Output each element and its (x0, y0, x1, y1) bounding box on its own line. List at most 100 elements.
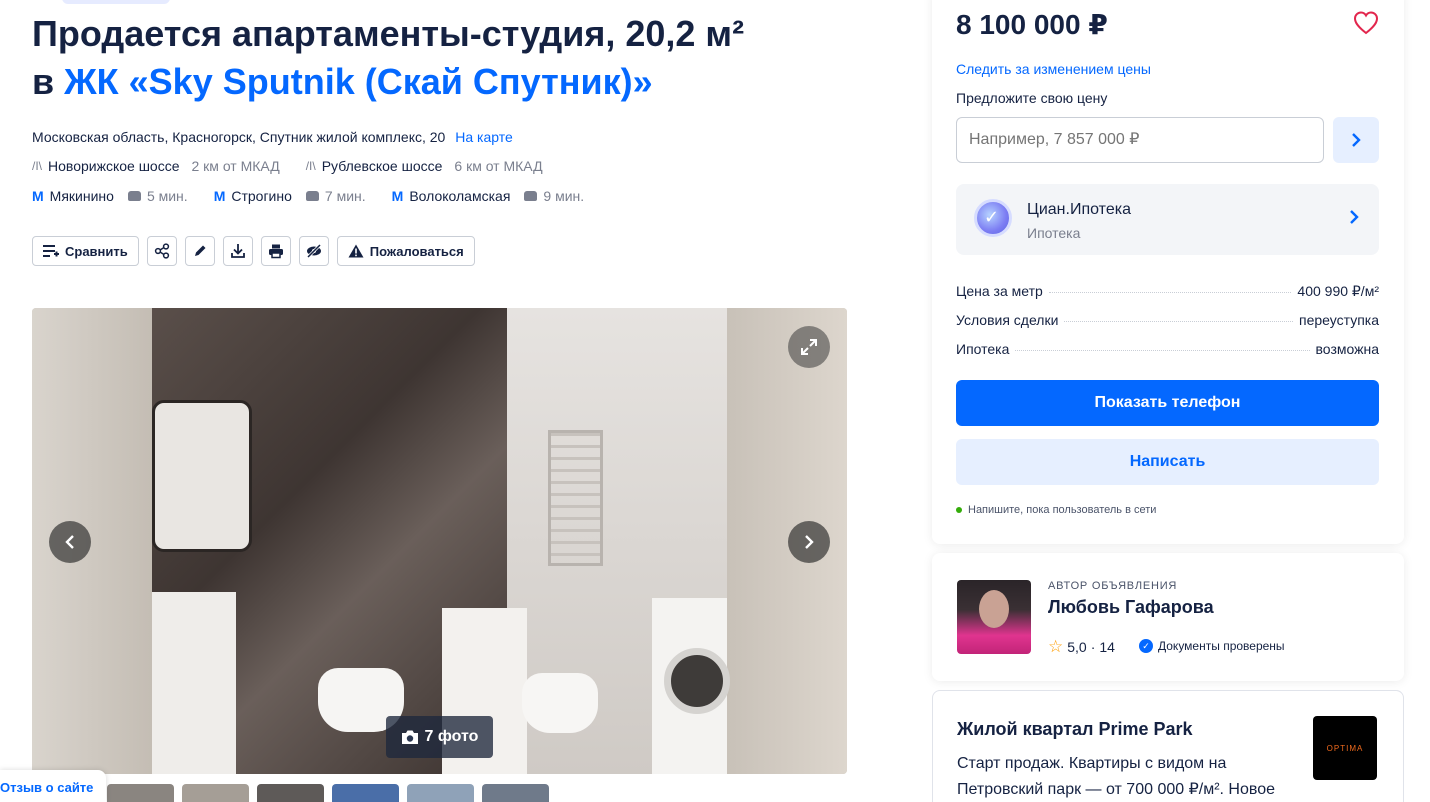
ad-title[interactable]: Жилой квартал Prime Park (957, 719, 1193, 740)
author-rating[interactable]: ☆ 5,0 · 14 (1048, 637, 1115, 657)
mortgage-logo-icon: ✓ (974, 199, 1012, 237)
fact-key: Ипотека (956, 341, 1010, 357)
gallery-prev-button[interactable] (49, 521, 91, 563)
pencil-icon (194, 245, 206, 256)
mortgage-title: Циан.Ипотека (1027, 201, 1131, 218)
gallery-photo-cabinet (152, 592, 236, 774)
car-icon (127, 191, 141, 201)
photo-count-label: 7 фото (424, 728, 479, 745)
thumbnail[interactable] (182, 784, 249, 802)
printer-icon (268, 244, 283, 259)
offer-submit-button[interactable] (1333, 117, 1379, 163)
expand-icon[interactable] (788, 326, 830, 368)
compare-icon (43, 245, 59, 257)
share-button[interactable] (146, 236, 177, 266)
road-distance: 6 км от МКАД (454, 158, 543, 174)
thumbnail[interactable] (332, 784, 399, 802)
chevron-right-icon (1352, 133, 1361, 147)
verified-badge-icon: ✓ (1139, 639, 1153, 653)
title-line1: Продается апартаменты-студия, 20,2 м² (32, 13, 745, 54)
fact-value: переуступка (1299, 312, 1379, 328)
page-title: Продается апартаменты-студия, 20,2 м² в … (32, 10, 892, 106)
gallery-next-button[interactable] (788, 521, 830, 563)
compare-button[interactable]: Сравнить (32, 236, 139, 266)
star-icon: ☆ (1048, 637, 1064, 656)
ad-logo-text: OPTIMA (1326, 743, 1364, 753)
write-button[interactable]: Написать (956, 439, 1379, 485)
gallery-photo-mirror (152, 400, 252, 552)
title-prefix: в (32, 61, 65, 102)
road-name: Рублевское шоссе (321, 158, 443, 174)
metro-item[interactable]: M Мякинино 5 мин. (32, 188, 188, 204)
author-caption: Автор объявления (1048, 580, 1178, 592)
price-watch-link[interactable]: Следить за изменением цены (956, 61, 1151, 77)
print-button[interactable] (260, 236, 291, 266)
map-link[interactable]: На карте (455, 129, 513, 145)
ad-logo[interactable]: OPTIMA (1313, 716, 1377, 780)
metro-icon: M (391, 188, 404, 204)
hide-button[interactable] (298, 236, 329, 266)
hide-eye-icon (306, 243, 321, 259)
favorite-heart-icon[interactable] (1352, 9, 1380, 37)
chevron-right-icon (805, 535, 814, 549)
fact-row: Ипотека возможна (956, 341, 1379, 370)
complex-link[interactable]: ЖК «Sky Sputnik (Скай Спутник)» (64, 61, 652, 102)
road-name: Новорижское шоссе (48, 158, 180, 174)
fact-value: возможна (1315, 341, 1379, 357)
camera-icon (401, 730, 418, 744)
rating-value: 5,0 (1067, 639, 1087, 655)
online-hint-text: Напишите, пока пользователь в сети (968, 504, 1157, 516)
complain-button[interactable]: Пожаловаться (336, 236, 475, 266)
road-distance: 2 км от МКАД (191, 158, 280, 174)
fact-dots (1064, 321, 1293, 322)
gallery-photo-washer-door (664, 648, 730, 714)
fact-row: Условия сделки переуступка (956, 312, 1379, 341)
fact-key: Цена за метр (956, 283, 1043, 299)
site-review-tab[interactable]: Отзыв о сайте (0, 770, 106, 802)
car-icon (524, 191, 538, 201)
metro-icon: M (32, 188, 44, 204)
metro-item[interactable]: M Волоколамская 9 мин. (392, 188, 585, 204)
address-text: Московская область, Красногорск, Спутник… (32, 129, 446, 145)
fact-value: 400 990 ₽/м² (1297, 283, 1379, 299)
docs-label: Документы проверены (1158, 639, 1285, 653)
fact-row: Цена за метр 400 990 ₽/м² (956, 283, 1379, 312)
thumbnail-strip (107, 784, 549, 802)
road-icon: /I\ (32, 159, 43, 173)
show-phone-button[interactable]: Показать телефон (956, 380, 1379, 426)
photo-count-button[interactable]: 7 фото (386, 716, 493, 758)
top-badge (62, 0, 170, 4)
metro-item[interactable]: M Строгино 7 мин. (214, 188, 366, 204)
roads-list: /I\ Новорижское шоссе 2 км от МКАД /I\ Р… (32, 158, 543, 174)
fact-key: Условия сделки (956, 312, 1059, 328)
download-icon (230, 244, 245, 258)
thumbnail[interactable] (482, 784, 549, 802)
thumbnail[interactable] (107, 784, 174, 802)
avatar[interactable] (957, 580, 1031, 654)
road-icon: /I\ (305, 159, 316, 173)
metro-time: 9 мин. (543, 188, 585, 204)
thumbnail[interactable] (257, 784, 324, 802)
metro-time: 5 мин. (146, 188, 188, 204)
mortgage-banner[interactable]: ✓ Циан.Ипотека Ипотека (956, 184, 1379, 255)
metro-list: M Мякинино 5 мин. M Строгино 7 мин. M Во… (32, 188, 584, 204)
thumbnail[interactable] (407, 784, 474, 802)
download-button[interactable] (222, 236, 253, 266)
share-icon (154, 243, 169, 259)
fullscreen-arrows-icon (801, 339, 817, 355)
metro-name: Строгино (231, 188, 292, 204)
author-name[interactable]: Любовь Гафарова (1048, 597, 1214, 618)
action-toolbar: Сравнить Пожаловаться (32, 236, 475, 266)
warning-icon (348, 244, 364, 258)
docs-verified: ✓ Документы проверены (1139, 639, 1285, 653)
online-dot-icon (956, 507, 962, 513)
metro-name: Мякинино (49, 188, 114, 204)
photo-gallery[interactable]: 7 фото (32, 308, 847, 774)
chevron-left-icon (65, 535, 74, 549)
offer-price-input[interactable] (956, 117, 1324, 163)
check-icon: ✓ (984, 207, 1000, 227)
online-hint: Напишите, пока пользователь в сети (956, 504, 1156, 516)
offer-label: Предложите свою цену (956, 90, 1108, 106)
edit-button[interactable] (184, 236, 215, 266)
avatar-face (979, 590, 1009, 628)
